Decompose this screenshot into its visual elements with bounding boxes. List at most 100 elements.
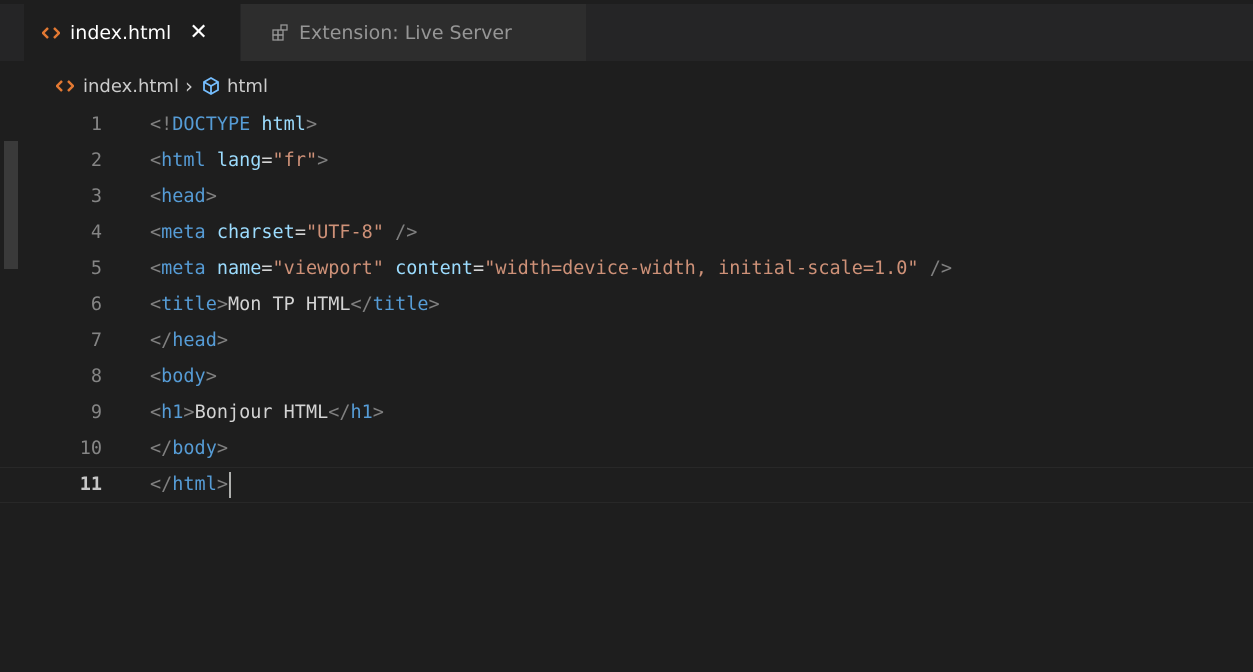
code-token: "viewport" — [272, 258, 384, 279]
code-token: DOCTYPE — [172, 114, 262, 135]
code-text: <head> — [150, 179, 217, 215]
code-token: </ — [350, 294, 373, 315]
code-token: /> — [395, 222, 418, 243]
line-number: 4 — [90, 222, 102, 243]
code-token: html — [261, 114, 306, 135]
code-token: < — [150, 186, 162, 207]
code-token: "fr" — [272, 150, 318, 171]
code-token: </ — [150, 474, 173, 495]
code-line[interactable]: 2 <html lang="fr"> — [0, 143, 1253, 179]
tab-label: index.html — [70, 21, 172, 44]
extensions-icon — [271, 23, 289, 42]
html-file-icon — [42, 26, 60, 40]
code-editor[interactable]: 1 <!DOCTYPE html> 2 <html lang="fr"> 3 <head>… — [0, 107, 1253, 672]
code-line[interactable]: 6 <title>Mon TP HTML</title> — [0, 287, 1253, 323]
code-token: meta — [161, 222, 217, 243]
code-token: > — [216, 438, 228, 459]
line-number: 2 — [90, 150, 102, 171]
code-text: </html> — [150, 467, 231, 503]
line-number: 7 — [90, 330, 102, 351]
code-line[interactable]: 8 <body> — [0, 359, 1253, 395]
code-token: h1 — [350, 402, 373, 423]
code-token: <! — [150, 114, 173, 135]
code-line[interactable]: 5 <meta name="viewport" content="width=de… — [0, 251, 1253, 287]
code-token: > — [216, 330, 228, 351]
code-token: </ — [150, 330, 173, 351]
close-icon[interactable]: ✕ — [189, 21, 207, 44]
code-token: charset — [216, 222, 295, 243]
line-number: 1 — [90, 114, 102, 135]
code-token: </ — [328, 402, 351, 423]
code-token: title — [372, 294, 429, 315]
editor-tab-bar: index.html ✕ Extension: Live Server — [0, 4, 1253, 61]
code-token: > — [372, 402, 384, 423]
code-token: > — [183, 402, 195, 423]
code-token: > — [317, 150, 329, 171]
tab-extension-live-server[interactable]: Extension: Live Server — [240, 4, 586, 61]
code-token: > — [216, 474, 228, 495]
code-token: > — [216, 294, 228, 315]
code-token: "width=device-width, initial-scale=1.0" — [484, 258, 919, 279]
code-token: > — [428, 294, 440, 315]
breadcrumb-symbol[interactable]: html — [227, 76, 268, 97]
code-text: <!DOCTYPE html> — [150, 107, 317, 143]
code-token: < — [150, 222, 162, 243]
line-number: 11 — [79, 474, 102, 495]
code-text: </body> — [150, 431, 228, 467]
code-token: Bonjour HTML — [194, 402, 329, 423]
code-token: head — [172, 330, 217, 351]
text-cursor — [228, 472, 231, 498]
code-line[interactable]: 7 </head> — [0, 323, 1253, 359]
code-line[interactable]: 10 </body> — [0, 431, 1253, 467]
code-token: content — [395, 258, 474, 279]
html-file-icon — [56, 79, 74, 93]
code-line[interactable]: 3 <head> — [0, 179, 1253, 215]
code-line[interactable]: 1 <!DOCTYPE html> — [0, 107, 1253, 143]
code-token: = — [294, 222, 306, 243]
code-token: < — [150, 402, 162, 423]
code-line[interactable]: 11 </html> — [0, 467, 1253, 503]
code-token: < — [150, 294, 162, 315]
code-token: html — [161, 150, 217, 171]
symbol-cube-icon — [201, 76, 221, 96]
code-token: body — [161, 366, 206, 387]
code-token: /> — [929, 258, 952, 279]
line-number: 5 — [90, 258, 102, 279]
code-token: "UTF-8" — [305, 222, 384, 243]
code-text: <title>Mon TP HTML</title> — [150, 287, 440, 323]
line-number: 9 — [90, 402, 102, 423]
code-token: name — [216, 258, 262, 279]
chevron-right-icon: › — [184, 74, 193, 98]
code-token: meta — [161, 258, 217, 279]
code-token: < — [150, 258, 162, 279]
breadcrumb-file[interactable]: index.html — [83, 76, 179, 97]
code-token: body — [172, 438, 217, 459]
code-token: > — [305, 114, 318, 135]
code-token: > — [205, 186, 217, 207]
code-line[interactable]: 4 <meta charset="UTF-8" /> — [0, 215, 1253, 251]
code-line[interactable]: 9 <h1>Bonjour HTML</h1> — [0, 395, 1253, 431]
code-token: > — [205, 366, 217, 387]
code-token: </ — [150, 438, 173, 459]
code-text: <body> — [150, 359, 217, 395]
code-text: <meta name="viewport" content="width=dev… — [150, 251, 952, 287]
code-token: Mon TP HTML — [227, 294, 351, 315]
line-number: 6 — [90, 294, 102, 315]
code-text: </head> — [150, 323, 228, 359]
code-token: lang — [216, 150, 262, 171]
line-number: 3 — [90, 186, 102, 207]
tab-bar-spacer — [0, 4, 24, 61]
code-token: h1 — [161, 402, 184, 423]
code-text: <meta charset="UTF-8" /> — [150, 215, 417, 251]
code-token: < — [150, 150, 162, 171]
line-number: 10 — [79, 438, 102, 459]
code-text: <h1>Bonjour HTML</h1> — [150, 395, 384, 431]
tab-index-html[interactable]: index.html ✕ — [24, 4, 240, 61]
code-text: <html lang="fr"> — [150, 143, 328, 179]
code-token: title — [161, 294, 217, 315]
code-token: = — [473, 258, 485, 279]
code-token: html — [172, 474, 217, 495]
